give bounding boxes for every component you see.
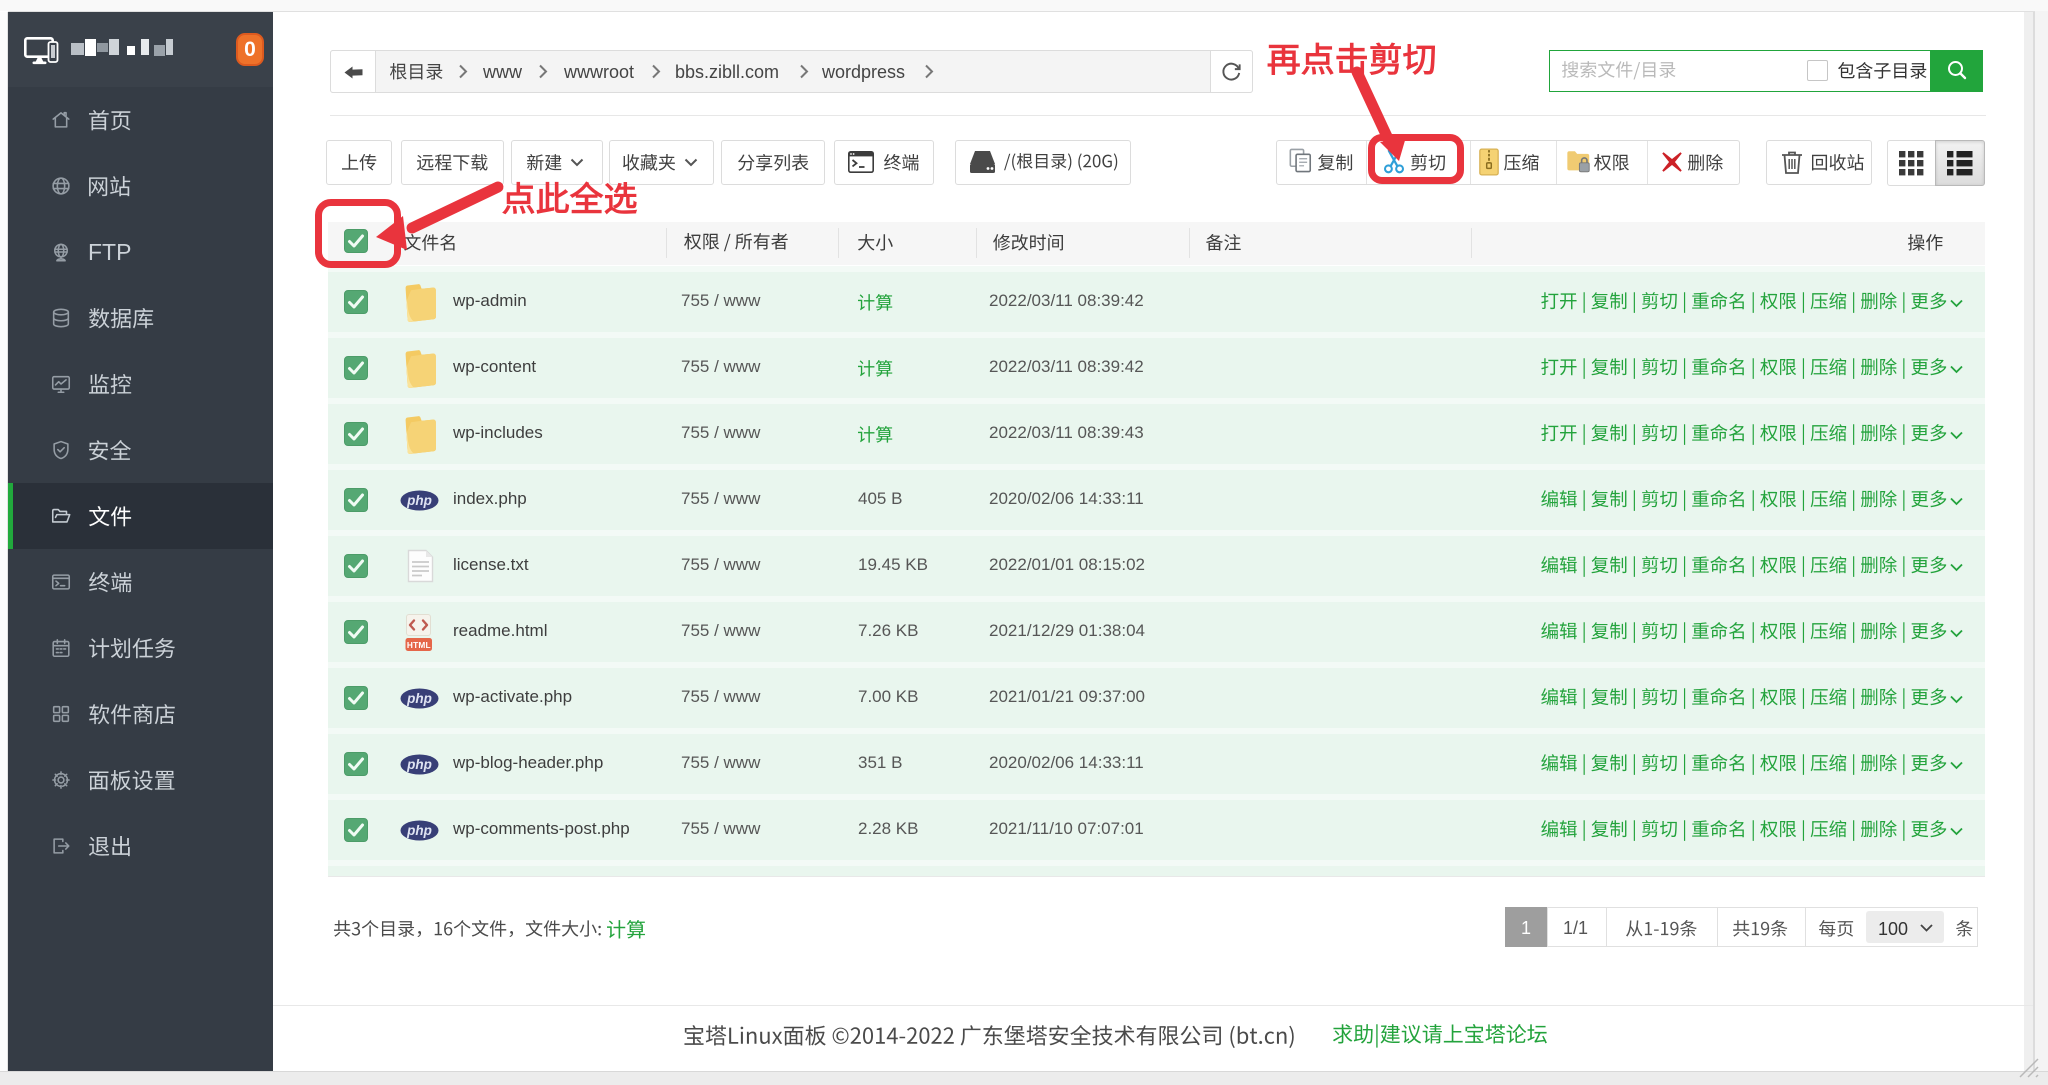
svg-text:php: php [406, 493, 432, 508]
svg-text:HTML: HTML [407, 640, 431, 650]
svg-text:php: php [406, 823, 432, 838]
svg-text:php: php [406, 757, 432, 772]
svg-text:php: php [406, 691, 432, 706]
